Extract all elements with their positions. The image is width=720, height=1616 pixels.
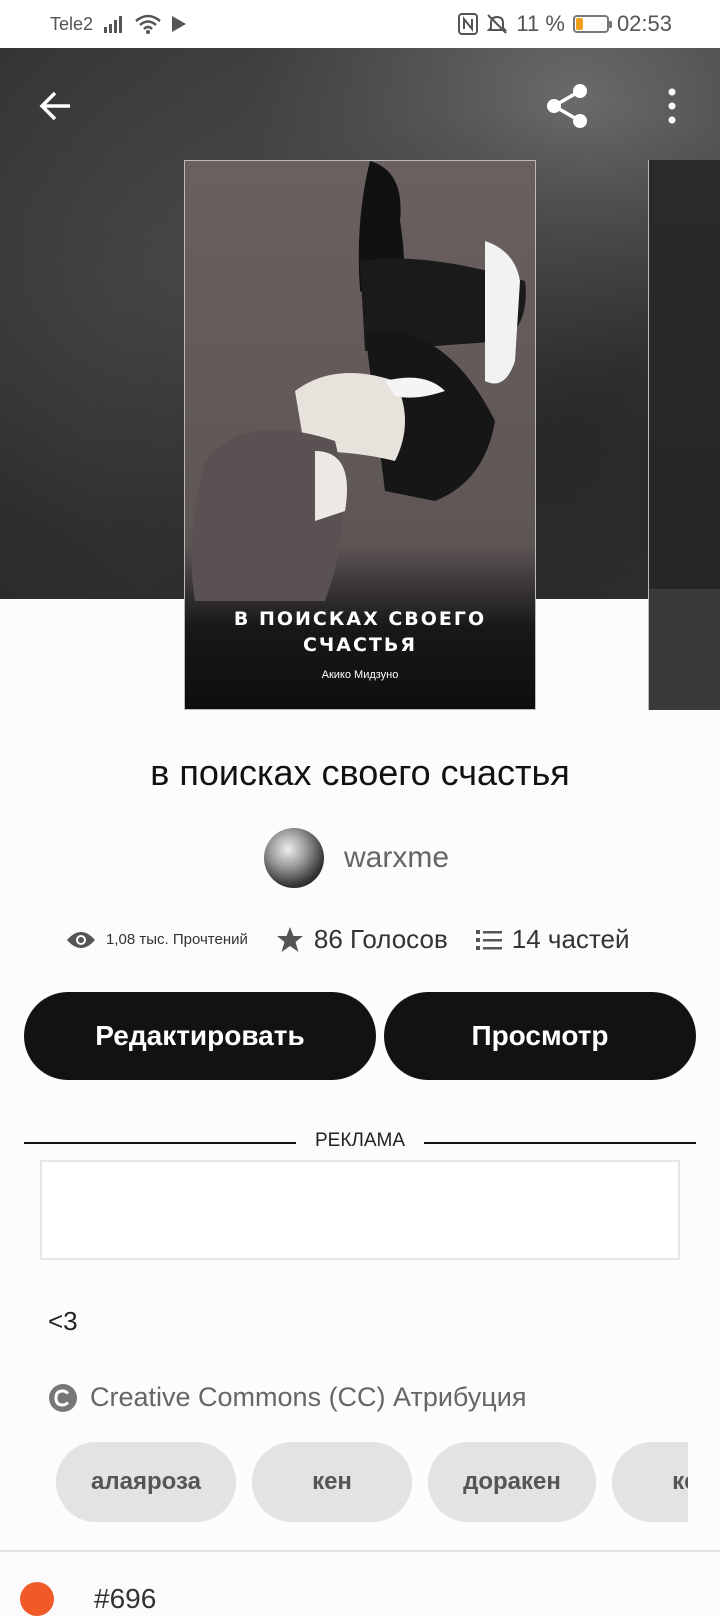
author-row[interactable]: warxme — [264, 828, 449, 888]
story-stats: 1,08 тыс. Прочтений 86 Голосов 14 частей — [66, 924, 666, 955]
cover-title: В ПОИСКАХ СВОЕГО СЧАСТЬЯ — [185, 606, 535, 658]
more-options-button[interactable] — [644, 78, 700, 134]
license-text: Creative Commons (CC) Атрибуция — [90, 1382, 527, 1412]
votes-count: 86 Голосов — [313, 924, 448, 954]
status-bar-right: 11 % 02:53 — [458, 11, 672, 37]
share-icon — [547, 84, 587, 128]
tag-chip[interactable]: алаяроза — [56, 1442, 236, 1522]
cover-illustration — [191, 161, 526, 601]
status-bar: Tele2 11 % 02:53 — [0, 0, 720, 48]
next-book-cover[interactable] — [648, 160, 720, 710]
share-button[interactable] — [540, 78, 596, 134]
author-name[interactable]: warxme — [344, 841, 449, 875]
clock: 02:53 — [616, 11, 672, 36]
tag-chip[interactable]: кен — [612, 1442, 688, 1522]
tag-chip[interactable]: доракен — [428, 1442, 596, 1522]
ad-divider-left — [24, 1142, 296, 1144]
votes-stat: 86 Голосов — [276, 924, 448, 955]
avatar[interactable] — [264, 828, 324, 888]
view-button[interactable]: Просмотр — [384, 992, 696, 1080]
parts-stat[interactable]: 14 частей — [475, 924, 630, 955]
parts-count[interactable]: 14 частей — [512, 924, 630, 955]
back-button[interactable] — [28, 78, 84, 134]
nfc-icon — [458, 13, 479, 35]
play-icon — [172, 16, 187, 32]
eye-icon — [67, 931, 95, 948]
battery-percent: 11 % — [516, 11, 565, 36]
book-cover[interactable]: В ПОИСКАХ СВОЕГО СЧАСТЬЯ Акико Мидзуно — [184, 160, 536, 710]
tag-list: алаяроза кен доракен кен — [56, 1442, 688, 1522]
arrow-back-icon — [39, 91, 70, 121]
status-bar-left: Tele2 — [50, 14, 187, 35]
battery-icon — [572, 15, 612, 33]
mute-icon — [487, 14, 508, 34]
ad-banner[interactable] — [40, 1160, 680, 1260]
ranking-icon — [20, 1582, 54, 1616]
edit-button[interactable]: Редактировать — [24, 992, 376, 1080]
star-icon — [276, 926, 303, 952]
carrier-label: Tele2 — [50, 13, 94, 34]
cover-title-line-1: В ПОИСКАХ СВОЕГО — [233, 608, 487, 630]
creative-commons-icon — [49, 1383, 77, 1412]
more-vert-icon — [668, 88, 676, 124]
tag-chip[interactable]: кен — [252, 1442, 412, 1522]
license-info: Creative Commons (CC) Атрибуция — [48, 1382, 526, 1413]
list-icon — [475, 929, 502, 950]
ad-label: РЕКЛАМА — [314, 1130, 406, 1151]
story-title: в поисках своего счастья — [150, 752, 570, 793]
signal-icon — [104, 16, 123, 33]
story-description: <3 — [48, 1306, 78, 1336]
wifi-icon — [135, 14, 161, 34]
battery-level — [575, 18, 583, 30]
bottom-item[interactable]: #696 — [20, 1582, 156, 1616]
ad-divider-right — [424, 1142, 696, 1144]
cover-title-line-2: СЧАСТЬЯ — [302, 634, 418, 656]
bottom-item-text: #696 — [94, 1583, 157, 1614]
reads-stat: 1,08 тыс. Прочтений — [66, 930, 248, 950]
reads-count: 1,08 тыс. Прочтений — [106, 931, 248, 948]
cover-author: Акико Мидзуно — [321, 669, 399, 681]
section-divider — [0, 1550, 720, 1552]
